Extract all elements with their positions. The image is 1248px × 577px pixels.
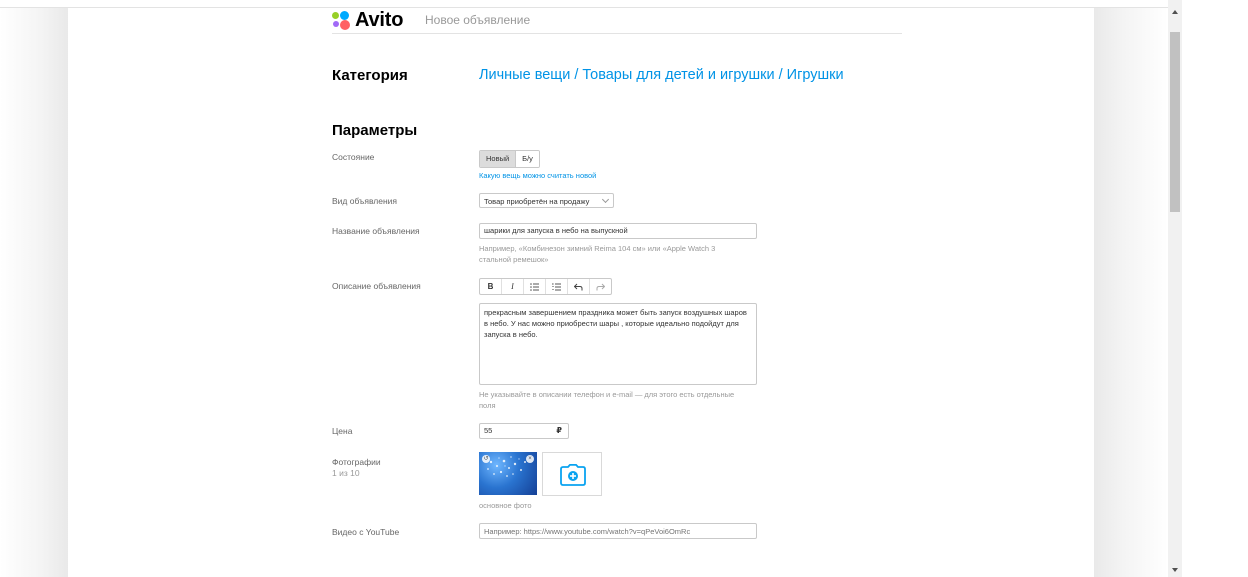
condition-toggle: Новый Б/у xyxy=(479,150,540,168)
condition-new-option[interactable]: Новый xyxy=(480,151,517,167)
description-textarea[interactable]: прекрасным завершением праздника может б… xyxy=(479,303,757,385)
price-value: 55 xyxy=(484,426,493,435)
condition-used-option[interactable]: Б/у xyxy=(516,151,539,167)
condition-help-link[interactable]: Какую вещь можно считать новой xyxy=(479,171,596,180)
ruble-icon: ₽ xyxy=(556,426,562,435)
price-input[interactable]: 55 ₽ xyxy=(479,423,569,439)
ad-type-label: Вид объявления xyxy=(332,196,398,206)
price-label: Цена xyxy=(332,426,353,436)
category-link[interactable]: Личные вещи / Товары для детей и игрушки… xyxy=(479,67,844,83)
photos-label: Фотографии xyxy=(332,457,381,467)
main-photo-caption: основное фото xyxy=(479,501,532,510)
photos-count: 1 из 10 xyxy=(332,468,360,478)
remove-photo-icon[interactable]: × xyxy=(526,455,534,463)
bulleted-list-icon xyxy=(530,282,539,291)
numbered-list-button[interactable] xyxy=(546,279,568,294)
ad-type-select[interactable]: Товар приобретён на продажу xyxy=(479,193,614,208)
ad-title-label: Название объявления xyxy=(332,226,420,236)
bulleted-list-button[interactable] xyxy=(524,279,546,294)
page-shadow-left xyxy=(0,8,68,577)
logo-dot-green xyxy=(332,12,339,19)
scroll-down-arrow-icon[interactable] xyxy=(1172,568,1178,572)
page-subtitle: Новое объявление xyxy=(425,13,531,27)
redo-button[interactable] xyxy=(590,279,611,294)
chevron-down-icon xyxy=(601,195,610,204)
undo-icon xyxy=(574,283,583,290)
italic-button[interactable]: I xyxy=(502,279,524,294)
condition-label: Состояние xyxy=(332,152,375,162)
header-divider xyxy=(332,33,902,34)
category-label: Категория xyxy=(332,67,408,84)
description-label: Описание объявления xyxy=(332,281,421,291)
editor-toolbar: B I xyxy=(479,278,612,295)
ad-title-input[interactable]: шарики для запуска в небо на выпускной xyxy=(479,223,757,239)
scroll-up-arrow-icon[interactable] xyxy=(1172,10,1178,14)
numbered-list-icon xyxy=(552,282,561,290)
undo-button[interactable] xyxy=(568,279,590,294)
logo-dot-purple xyxy=(333,21,339,27)
youtube-label: Видео с YouTube xyxy=(332,527,400,537)
rotate-photo-icon[interactable]: ↺ xyxy=(482,455,490,463)
add-photo-button[interactable] xyxy=(542,452,602,496)
scrollbar-thumb[interactable] xyxy=(1170,32,1180,212)
ad-type-selected-value: Товар приобретён на продажу xyxy=(484,197,590,206)
camera-plus-icon xyxy=(560,464,586,486)
ad-title-hint: Например, «Комбинезон зимний Reima 104 с… xyxy=(479,244,716,264)
avito-logo-dots-icon xyxy=(332,11,352,30)
redo-icon xyxy=(596,283,605,290)
youtube-url-input[interactable] xyxy=(479,523,757,539)
main-photo-thumbnail[interactable]: ↺ × xyxy=(479,452,537,495)
bold-button[interactable]: B xyxy=(480,279,502,294)
logo-dot-blue xyxy=(340,11,349,20)
logo-text: Avito xyxy=(355,9,404,31)
logo-dot-red xyxy=(340,20,350,30)
page-shadow-right xyxy=(1094,8,1168,577)
params-title: Параметры xyxy=(332,122,418,139)
description-hint: Не указывайте в описании телефон и e-mai… xyxy=(479,390,735,410)
